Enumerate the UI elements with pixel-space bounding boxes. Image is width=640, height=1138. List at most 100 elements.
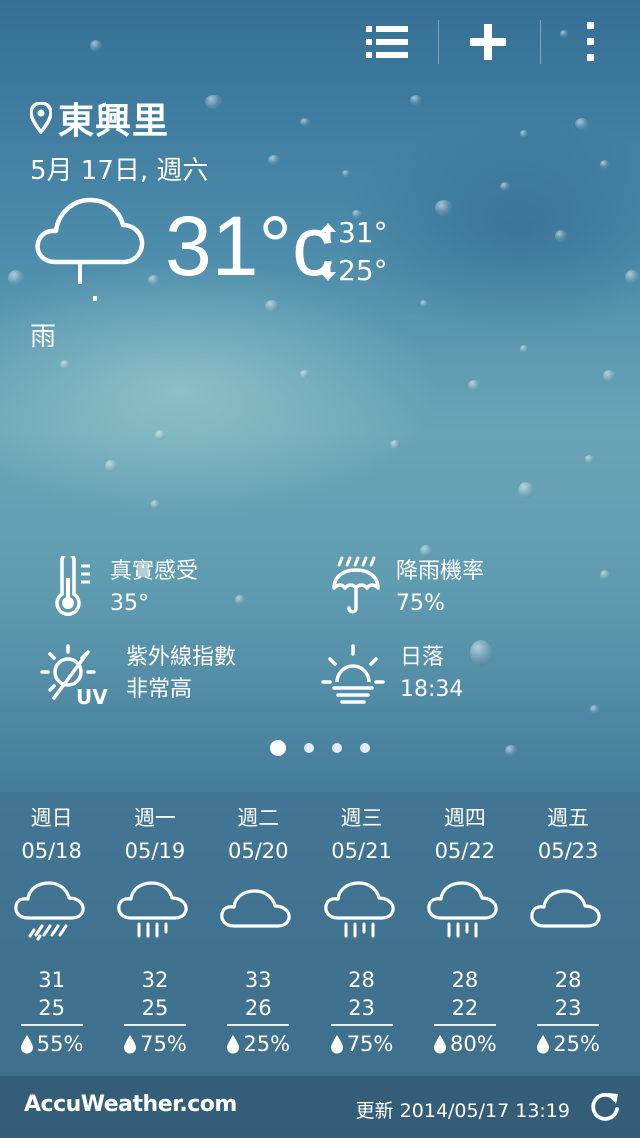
forecast-day[interactable]: 週三 05/21 28 23 75% xyxy=(310,792,413,1076)
page-dot-3[interactable] xyxy=(332,743,342,753)
rain-drop xyxy=(390,440,400,449)
add-city-button[interactable] xyxy=(458,14,518,70)
detail-value: 18:34 xyxy=(400,677,464,702)
forecast-low: 23 xyxy=(348,996,375,1020)
raindrop-icon xyxy=(537,1035,550,1054)
forecast-rain-chance: 75% xyxy=(103,1032,206,1056)
uv-sun-icon: UV xyxy=(40,644,108,708)
city-list-button[interactable] xyxy=(358,14,418,70)
detail-feels-like: 真實感受 35° xyxy=(50,556,198,620)
page-indicator[interactable] xyxy=(0,740,640,756)
detail-value: 35° xyxy=(110,591,149,616)
low-temp: 25° xyxy=(338,254,388,287)
forecast-low: 22 xyxy=(451,996,479,1020)
detail-sunset: 日落 18:34 xyxy=(320,642,463,708)
forecast-date: 05/23 xyxy=(537,839,599,863)
overflow-menu-button[interactable] xyxy=(560,14,620,70)
svg-text:UV: UV xyxy=(76,685,108,708)
plus-icon xyxy=(470,24,506,60)
location-name: 東興里 xyxy=(58,101,170,142)
detail-uv-index: UV 紫外線指數 非常高 xyxy=(38,642,236,708)
forecast-high: 28 xyxy=(554,968,582,992)
forecast-rain-chance: 25% xyxy=(207,1032,310,1056)
forecast-high: 31 xyxy=(38,968,66,992)
rain-drop xyxy=(155,430,165,440)
detail-label: 紫外線指數 xyxy=(126,645,237,670)
forecast-day[interactable]: 週二 05/20 33 26 25% xyxy=(207,792,310,1076)
location-header[interactable]: 東興里 xyxy=(30,92,169,144)
forecast-rain-chance: 75% xyxy=(310,1032,413,1056)
rain-drop xyxy=(268,155,280,165)
forecast-rain-chance: 55% xyxy=(0,1032,103,1056)
rain-drop xyxy=(435,200,453,216)
high-low-temps: 31° 25° xyxy=(318,214,388,290)
rain-drop xyxy=(342,170,350,177)
detail-label: 真實感受 xyxy=(110,559,199,584)
rain-drop xyxy=(600,160,609,169)
forecast-low: 23 xyxy=(554,996,582,1020)
refresh-icon[interactable] xyxy=(588,1090,622,1124)
forecast-day[interactable]: 週四 05/22 28 22 80% xyxy=(413,792,516,1076)
forecast-day[interactable]: 週一 05/19 32 25 75% xyxy=(103,792,206,1076)
rain-cloud-icon xyxy=(117,881,188,938)
forecast-day-name: 週五 xyxy=(547,806,590,830)
forecast-low: 25 xyxy=(141,996,169,1020)
rain-drop xyxy=(518,482,534,498)
current-date: 5月 17日, 週六 xyxy=(30,156,209,186)
page-dot-4[interactable] xyxy=(360,743,370,753)
page-dot-1[interactable] xyxy=(270,740,286,756)
rain-drop xyxy=(235,595,245,605)
rain-drop xyxy=(205,95,223,109)
condition-text: 雨 xyxy=(30,322,57,352)
rain-cloud-icon xyxy=(35,197,145,301)
page-dot-2[interactable] xyxy=(304,743,314,753)
rain-drop xyxy=(8,270,24,286)
rain-drop xyxy=(575,118,589,130)
forecast-day[interactable]: 週五 05/23 28 23 25% xyxy=(516,792,619,1076)
detail-label: 降雨機率 xyxy=(396,559,485,584)
arrow-down-icon xyxy=(320,261,336,281)
cloud-icon xyxy=(530,889,601,928)
rain-drop xyxy=(520,345,528,353)
rain-drop xyxy=(265,300,279,312)
rain-drop xyxy=(300,370,309,378)
rain-drop xyxy=(60,360,70,369)
high-temp: 31° xyxy=(338,216,388,249)
arrow-up-icon xyxy=(320,223,336,243)
current-weather-icon xyxy=(30,192,148,312)
thunder-rain-cloud-icon xyxy=(13,881,85,941)
umbrella-icon xyxy=(332,556,380,614)
raindrop-icon xyxy=(330,1035,343,1054)
rain-drop xyxy=(410,95,422,105)
forecast-high: 28 xyxy=(348,968,375,992)
forecast-day-name: 週日 xyxy=(30,806,73,830)
rain-drop xyxy=(500,182,510,191)
forecast-low: 26 xyxy=(244,996,272,1020)
forecast-high: 32 xyxy=(141,968,169,992)
detail-value: 75% xyxy=(396,591,445,616)
raindrop-icon xyxy=(433,1035,446,1054)
cloud-icon xyxy=(220,889,291,928)
rain-drop xyxy=(555,230,567,242)
rain-cloud-icon xyxy=(427,881,498,938)
forecast-date: 05/19 xyxy=(124,839,186,863)
rain-drop xyxy=(585,455,594,463)
forecast-low: 25 xyxy=(38,996,66,1020)
detail-rain-chance: 降雨機率 75% xyxy=(330,556,484,620)
forecast-day[interactable]: 週日 05/18 31 25 55% xyxy=(0,792,103,1076)
more-vertical-icon xyxy=(587,22,594,61)
detail-value: 非常高 xyxy=(126,677,193,702)
daily-forecast: 週日 05/18 31 25 55% 週一 05/19 32 25 75% 週二… xyxy=(0,792,640,1076)
footer-bar: AccuWeather.com 更新 2014/05/17 13:19 xyxy=(0,1076,640,1138)
forecast-rain-chance: 80% xyxy=(413,1032,516,1056)
rain-drop xyxy=(105,460,117,472)
forecast-rain-chance: 25% xyxy=(516,1032,619,1056)
rain-drop xyxy=(625,270,639,284)
rain-drop xyxy=(603,370,615,382)
accuweather-logo[interactable]: AccuWeather.com xyxy=(24,1092,237,1117)
list-icon xyxy=(366,26,408,58)
forecast-day-name: 週三 xyxy=(340,806,383,830)
sunset-icon xyxy=(321,644,385,704)
rain-drop xyxy=(150,500,160,509)
thermometer-icon xyxy=(55,556,90,616)
